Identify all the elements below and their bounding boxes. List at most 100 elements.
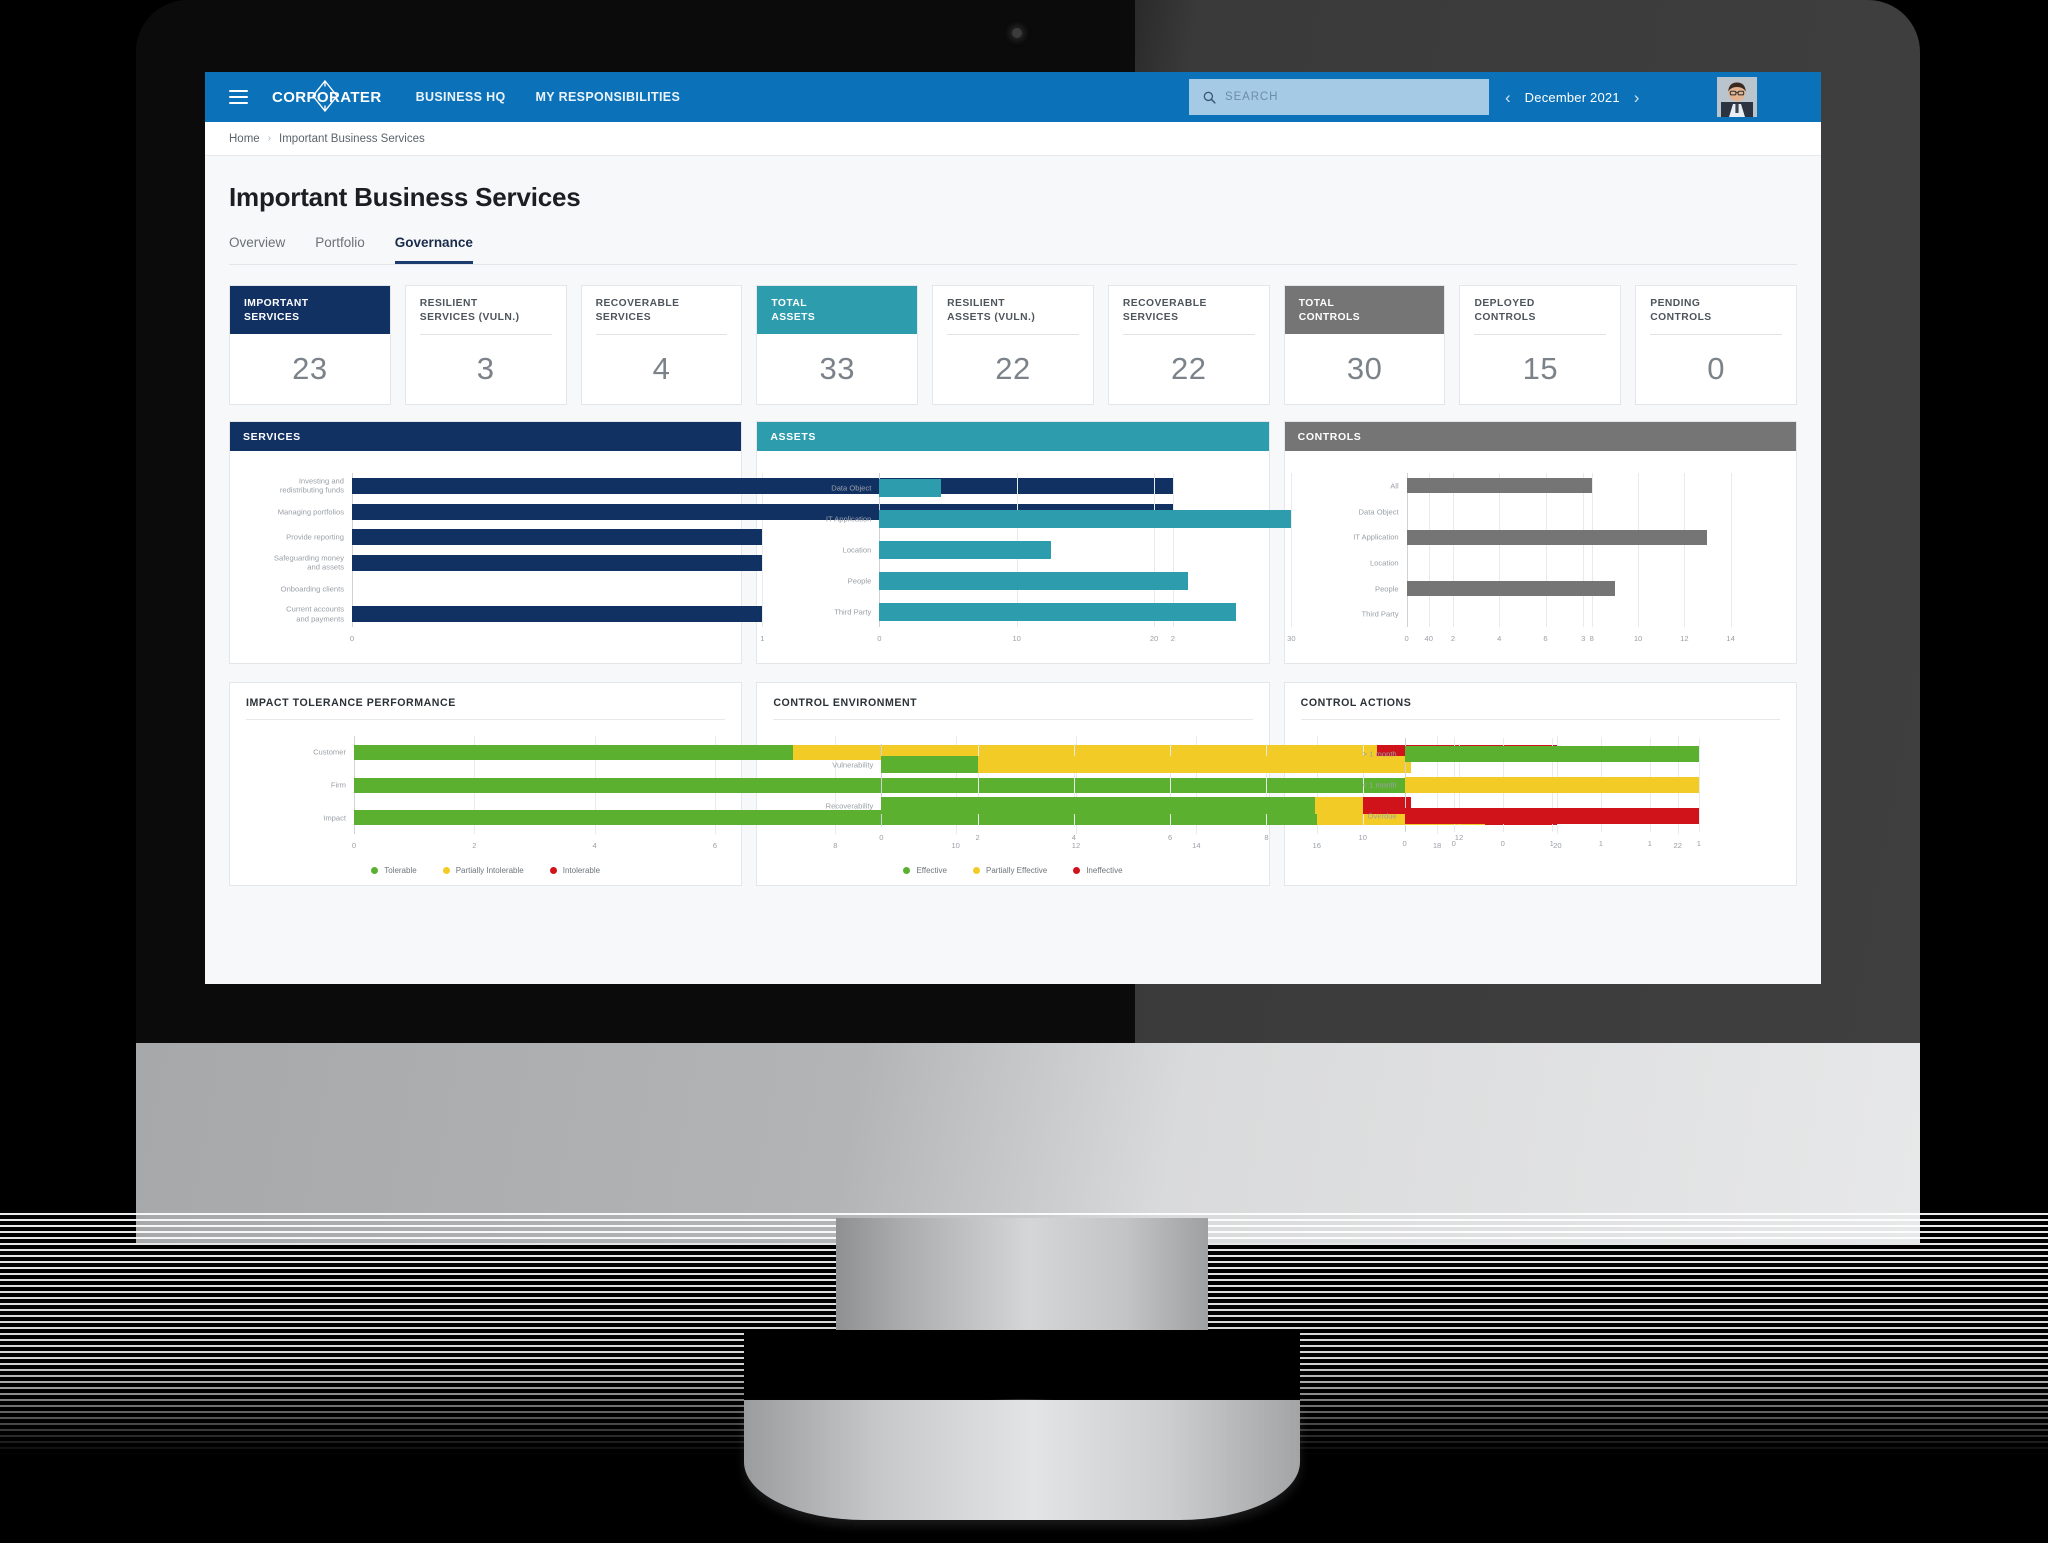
kpi-card[interactable]: TOTAL ASSETS 33 <box>756 285 919 405</box>
search-icon <box>1203 91 1216 104</box>
category-label: IT Application <box>1353 532 1399 542</box>
gridline <box>1638 473 1640 627</box>
monitor-scene: CORPORATER BUSINESS HQ MY RESPONSIBILITI… <box>0 0 2048 1543</box>
bar[interactable] <box>352 606 763 623</box>
tab-portfolio[interactable]: Portfolio <box>315 235 365 264</box>
bar[interactable] <box>1406 529 1708 545</box>
bar-row[interactable]: Data Object <box>1359 504 1768 519</box>
bar[interactable] <box>879 602 1237 621</box>
category-label: < 1 month <box>1362 780 1397 790</box>
legend-item[interactable]: Partially Intolerable <box>442 866 524 875</box>
chart-control-environment: Vulnerability Recoverability 0 2 4 6 8 10 12 <box>773 732 1463 860</box>
kpi-value: 23 <box>292 350 328 386</box>
legend-item[interactable]: Effective <box>903 866 947 875</box>
app-header: CORPORATER BUSINESS HQ MY RESPONSIBILITI… <box>205 72 1821 122</box>
kpi-card[interactable]: DEPLOYED CONTROLS 15 <box>1459 285 1622 405</box>
x-axis-tick-label: 0 <box>879 833 884 842</box>
corporater-logo[interactable]: CORPORATER <box>272 79 382 112</box>
legend-item[interactable]: Partially Effective <box>972 866 1047 875</box>
kpi-card[interactable]: IMPORTANT SERVICES 23 <box>229 285 391 405</box>
x-axis-tick-label: 1 <box>1549 839 1554 848</box>
category-label: Location <box>1369 558 1399 568</box>
bar-row[interactable]: People <box>1375 581 1768 596</box>
chart-panel: SERVICES Investing and redistributing fun… <box>229 421 1585 664</box>
bar[interactable] <box>1406 478 1592 494</box>
search-input[interactable] <box>1225 91 1465 103</box>
bar[interactable] <box>1404 745 1699 762</box>
legend-item[interactable]: Ineffective <box>1073 866 1123 875</box>
bar-row[interactable]: Third Party <box>1362 607 1768 622</box>
x-axis-tick-label: 10 <box>1012 634 1021 643</box>
bar[interactable] <box>1406 581 1615 596</box>
breadcrumb-current: Important Business Services <box>279 132 425 145</box>
nav-item-my-responsibilities[interactable]: MY RESPONSIBILITIES <box>536 90 681 104</box>
monitor-chin <box>136 1043 1920 1243</box>
prev-period-icon[interactable]: ‹ <box>1505 89 1511 106</box>
legend-swatch-icon <box>1073 867 1081 874</box>
kpi-value: 0 <box>1707 351 1726 387</box>
gridline <box>1406 473 1408 627</box>
nav-item-business-hq[interactable]: BUSINESS HQ <box>416 90 506 104</box>
chart-panel-row-bottom: IMPACT TOLERANCE PERFORMANCE Customer Firm… <box>229 682 1797 886</box>
category-label: Data Object <box>1358 506 1399 516</box>
x-axis-tick-label: 8 <box>1264 833 1269 842</box>
chart-legend: Tolerable Partially Intolerable Intolerabl… <box>246 866 725 875</box>
bar-row[interactable]: Overdue <box>1368 808 1764 825</box>
kpi-title: RESILIENT ASSETS (VULN.) <box>947 298 1036 323</box>
category-label: Data Object <box>831 483 872 493</box>
panel-title: SERVICES <box>230 422 742 451</box>
category-label: > 1 month <box>1362 748 1397 758</box>
bar[interactable] <box>1404 777 1699 793</box>
kpi-card[interactable]: RECOVERABLE SERVICES 22 <box>1107 285 1270 405</box>
legend-item[interactable]: Tolerable <box>371 866 417 875</box>
category-label: Customer <box>313 747 346 757</box>
x-axis-tick-label: 4 <box>592 841 597 850</box>
x-axis-tick-label: 4 <box>1497 634 1502 643</box>
avatar[interactable] <box>1717 77 1757 117</box>
bar-row[interactable]: Location <box>1370 555 1768 570</box>
bar-segment[interactable] <box>881 797 1315 814</box>
next-period-icon[interactable]: › <box>1634 89 1640 106</box>
kpi-title: TOTAL CONTROLS <box>1284 286 1445 334</box>
bar[interactable] <box>879 479 942 498</box>
bar[interactable] <box>1404 808 1699 825</box>
x-axis-tick-label: 4 <box>1071 833 1076 842</box>
kpi-title: DEPLOYED CONTROLS <box>1474 298 1536 323</box>
bar-row[interactable]: > 1 month <box>1363 745 1764 762</box>
kpi-card[interactable]: RESILIENT SERVICES (VULN.) 3 <box>404 285 567 405</box>
search-box[interactable] <box>1189 79 1489 115</box>
bar[interactable] <box>879 541 1052 559</box>
legend-item[interactable]: Intolerable <box>549 866 600 875</box>
hamburger-menu-icon[interactable] <box>229 90 248 104</box>
chart-panel: IMPACT TOLERANCE PERFORMANCE Customer Firm… <box>229 682 1682 886</box>
chart-controls: All Data Object IT Application Location Peop… <box>1295 467 1778 655</box>
kpi-value: 22 <box>995 351 1031 387</box>
bar[interactable] <box>352 554 763 571</box>
period-label[interactable]: December 2021 <box>1525 90 1620 105</box>
kpi-card[interactable]: PENDING CONTROLS 0 <box>1635 285 1798 405</box>
kpi-card[interactable]: RECOVERABLE SERVICES 4 <box>580 285 743 405</box>
bar-row[interactable]: All <box>1390 478 1768 494</box>
x-axis-tick-label: 1 <box>1647 839 1652 848</box>
chart-legend: Effective Partially Effective Ineffective <box>773 866 1252 875</box>
breadcrumb-home-link[interactable]: Home <box>229 133 260 145</box>
tab-governance[interactable]: Governance <box>394 235 473 264</box>
kpi-card[interactable]: TOTAL CONTROLS 30 <box>1283 285 1446 405</box>
bar-segment[interactable] <box>881 756 978 773</box>
panel-body: Vulnerability Recoverability 0 2 4 6 8 10 12 <box>773 720 1463 860</box>
kpi-card[interactable]: RESILIENT ASSETS (VULN.) 22 <box>932 285 1094 405</box>
panel-title: CONTROL ENVIRONMENT <box>773 697 1253 720</box>
bar-row[interactable]: < 1 month <box>1363 777 1764 793</box>
bar-segment[interactable] <box>354 744 794 760</box>
bar-row[interactable]: IT Application <box>1353 529 1768 545</box>
avatar-photo-icon <box>1717 77 1757 117</box>
bar[interactable] <box>879 510 1292 529</box>
bar[interactable] <box>352 529 763 546</box>
kpi-value: 4 <box>652 351 671 387</box>
category-label: Third Party <box>1361 609 1399 619</box>
tab-overview[interactable]: Overview <box>229 235 285 264</box>
panel-body: Data Object IT Application Location People T… <box>757 451 1433 663</box>
category-label: IT Application <box>825 514 872 524</box>
gridline <box>1452 473 1454 627</box>
bar[interactable] <box>879 571 1189 590</box>
